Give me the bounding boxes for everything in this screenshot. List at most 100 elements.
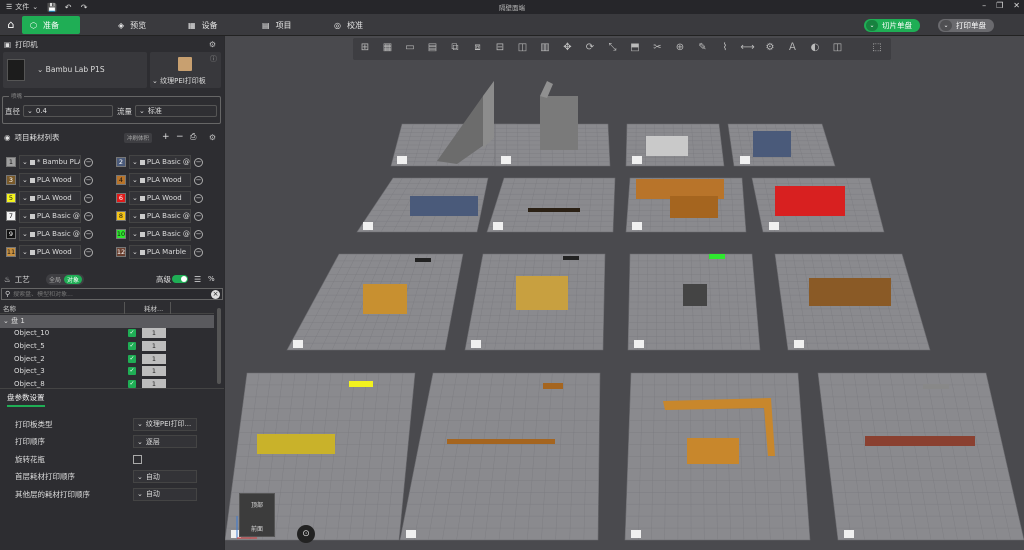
undo-icon[interactable]: ↶ bbox=[60, 3, 76, 12]
object-filament-select[interactable]: 1 bbox=[142, 340, 166, 351]
filament-item[interactable]: 2 ⌄ PLA Basic @...− bbox=[116, 154, 203, 170]
home-icon[interactable]: ⌂ bbox=[3, 17, 19, 33]
advanced-toggle[interactable] bbox=[172, 275, 188, 283]
filament-select[interactable]: ⌄ PLA Basic @... bbox=[129, 227, 191, 241]
plate-selector[interactable]: ⓘ ⌄ 纹理PEI打印板 bbox=[150, 52, 221, 88]
minimize-icon[interactable]: – bbox=[982, 1, 986, 10]
filament-number[interactable]: 9 bbox=[6, 229, 16, 239]
filament-number[interactable]: 2 bbox=[116, 157, 126, 167]
search-input[interactable] bbox=[13, 290, 204, 298]
filament-select[interactable]: ⌄ PLA Basic @... bbox=[19, 227, 81, 241]
plate-setting-select[interactable]: ⌄ 自动 bbox=[133, 470, 197, 483]
chevron-down-icon[interactable]: ⌄ bbox=[866, 20, 878, 31]
remove-filament-icon[interactable]: − bbox=[194, 211, 203, 221]
remove-filament-icon[interactable]: − bbox=[194, 175, 203, 185]
file-menu[interactable]: ☰ 文件 ⌄ bbox=[0, 2, 44, 12]
sync-icon[interactable]: ⎙ bbox=[190, 132, 196, 142]
filament-item[interactable]: 12 ⌄ PLA Marble − bbox=[116, 244, 203, 260]
tab-calibration[interactable]: ◎ 校准 bbox=[326, 16, 371, 34]
filament-select[interactable]: ⌄ PLA Basic @... bbox=[129, 209, 191, 223]
filament-item[interactable]: 1 ⌄ * Bambu PLA Ba...− bbox=[6, 154, 93, 170]
filament-select[interactable]: ⌄ PLA Marble bbox=[129, 245, 191, 259]
tab-prepare[interactable]: ⬡ 准备 bbox=[22, 16, 80, 34]
filament-item[interactable]: 5 ⌄ PLA Wood − bbox=[6, 190, 93, 206]
clear-search-icon[interactable]: × bbox=[211, 290, 220, 299]
flow-select[interactable]: ⌄ 标准 bbox=[135, 105, 217, 117]
remove-filament-icon[interactable]: − bbox=[194, 247, 203, 257]
plates-scene[interactable] bbox=[225, 36, 1024, 550]
diameter-select[interactable]: ⌄ 0.4 bbox=[23, 105, 113, 117]
add-icon[interactable]: + bbox=[162, 132, 170, 142]
filament-item[interactable]: 3 ⌄ PLA Wood − bbox=[6, 172, 93, 188]
object-filament-select[interactable]: 1 bbox=[142, 353, 166, 364]
filament-select[interactable]: ⌄ PLA Wood bbox=[129, 173, 191, 187]
remove-filament-icon[interactable]: − bbox=[84, 211, 93, 221]
remove-filament-icon[interactable]: − bbox=[84, 229, 93, 239]
flush-volume-button[interactable]: 冲刷体积 bbox=[124, 133, 153, 143]
filament-number[interactable]: 11 bbox=[6, 247, 16, 257]
remove-filament-icon[interactable]: − bbox=[194, 193, 203, 203]
chevron-down-icon[interactable]: ⌄ bbox=[940, 20, 952, 31]
view-cube-top[interactable]: 顶部 bbox=[240, 500, 274, 509]
tab-device[interactable]: ▦ 设备 bbox=[180, 16, 226, 34]
object-filament-select[interactable]: 1 bbox=[142, 366, 166, 377]
filament-select[interactable]: ⌄ PLA Wood bbox=[129, 191, 191, 205]
filament-select[interactable]: ⌄ PLA Wood bbox=[19, 191, 81, 205]
filament-number[interactable]: 8 bbox=[116, 211, 126, 221]
spiral-vase-checkbox[interactable] bbox=[133, 454, 142, 464]
object-visible-checkbox[interactable]: ✓ bbox=[128, 329, 136, 338]
print-plate-button[interactable]: ⌄ 打印单盘 bbox=[938, 19, 994, 32]
filament-select[interactable]: ⌄ * Bambu PLA Ba... bbox=[19, 155, 81, 169]
plate-setting-select[interactable]: ⌄ 纹理PEI打印... bbox=[133, 417, 197, 431]
filament-item[interactable]: 11 ⌄ PLA Wood − bbox=[6, 244, 93, 260]
save-icon[interactable]: 💾 bbox=[44, 3, 60, 12]
plate-row[interactable]: ⌄ 盘 1 bbox=[0, 315, 214, 328]
global-object-toggle[interactable]: 全局 对象 bbox=[46, 274, 84, 285]
printer-selector[interactable]: ⌄ Bambu Lab P1S bbox=[3, 52, 147, 88]
object-list-scrollbar[interactable] bbox=[217, 308, 221, 384]
fit-view-icon[interactable]: ⊙ bbox=[297, 525, 315, 543]
gear-icon[interactable]: ⚙ bbox=[209, 40, 216, 49]
object-row[interactable]: Object_3 ✓ 1 bbox=[0, 365, 214, 378]
toggle-object[interactable]: 对象 bbox=[64, 275, 83, 284]
filament-select[interactable]: ⌄ PLA Wood bbox=[19, 173, 81, 187]
filament-item[interactable]: 7 ⌄ PLA Basic @...− bbox=[6, 208, 93, 224]
object-visible-checkbox[interactable]: ✓ bbox=[128, 341, 136, 350]
object-filament-select[interactable]: 1 bbox=[142, 328, 166, 339]
filament-number[interactable]: 1 bbox=[6, 157, 16, 167]
filament-item[interactable]: 4 ⌄ PLA Wood − bbox=[116, 172, 203, 188]
filament-item[interactable]: 8 ⌄ PLA Basic @...− bbox=[116, 208, 203, 224]
filament-number[interactable]: 4 bbox=[116, 175, 126, 185]
filament-number[interactable]: 3 bbox=[6, 175, 16, 185]
list-icon[interactable]: ☰ bbox=[194, 275, 201, 284]
remove-filament-icon[interactable]: − bbox=[194, 229, 203, 239]
filament-number[interactable]: 5 bbox=[6, 193, 16, 203]
filament-item[interactable]: 10 ⌄ PLA Basic @...− bbox=[116, 226, 203, 242]
redo-icon[interactable]: ↷ bbox=[76, 3, 92, 12]
filament-select[interactable]: ⌄ PLA Wood bbox=[19, 245, 81, 259]
object-visible-checkbox[interactable]: ✓ bbox=[128, 367, 136, 376]
remove-icon[interactable]: − bbox=[176, 132, 184, 142]
filament-item[interactable]: 9 ⌄ PLA Basic @...− bbox=[6, 226, 93, 242]
filament-number[interactable]: 10 bbox=[116, 229, 126, 239]
percent-icon[interactable]: % bbox=[208, 275, 215, 283]
close-icon[interactable]: ✕ bbox=[1013, 1, 1020, 10]
info-icon[interactable]: ⓘ bbox=[210, 54, 217, 64]
gear-icon[interactable]: ⚙ bbox=[209, 133, 216, 142]
object-visible-checkbox[interactable]: ✓ bbox=[128, 380, 136, 389]
remove-filament-icon[interactable]: − bbox=[84, 193, 93, 203]
filament-select[interactable]: ⌄ PLA Basic @... bbox=[129, 155, 191, 169]
tab-preview[interactable]: ◈ 预览 bbox=[110, 16, 154, 34]
slice-plate-button[interactable]: ⌄ 切片单盘 bbox=[864, 19, 920, 32]
object-visible-checkbox[interactable]: ✓ bbox=[128, 354, 136, 363]
filament-item[interactable]: 6 ⌄ PLA Wood − bbox=[116, 190, 203, 206]
object-search-bar[interactable]: ⚲ × bbox=[1, 288, 223, 300]
remove-filament-icon[interactable]: − bbox=[84, 157, 93, 167]
filament-number[interactable]: 7 bbox=[6, 211, 16, 221]
object-row[interactable]: Object_5 ✓ 1 bbox=[0, 340, 214, 353]
remove-filament-icon[interactable]: − bbox=[194, 157, 203, 167]
maximize-icon[interactable]: ❐ bbox=[996, 1, 1003, 10]
plate-setting-select[interactable]: ⌄ 自动 bbox=[133, 487, 197, 501]
filament-number[interactable]: 12 bbox=[116, 247, 126, 257]
filament-number[interactable]: 6 bbox=[116, 193, 126, 203]
